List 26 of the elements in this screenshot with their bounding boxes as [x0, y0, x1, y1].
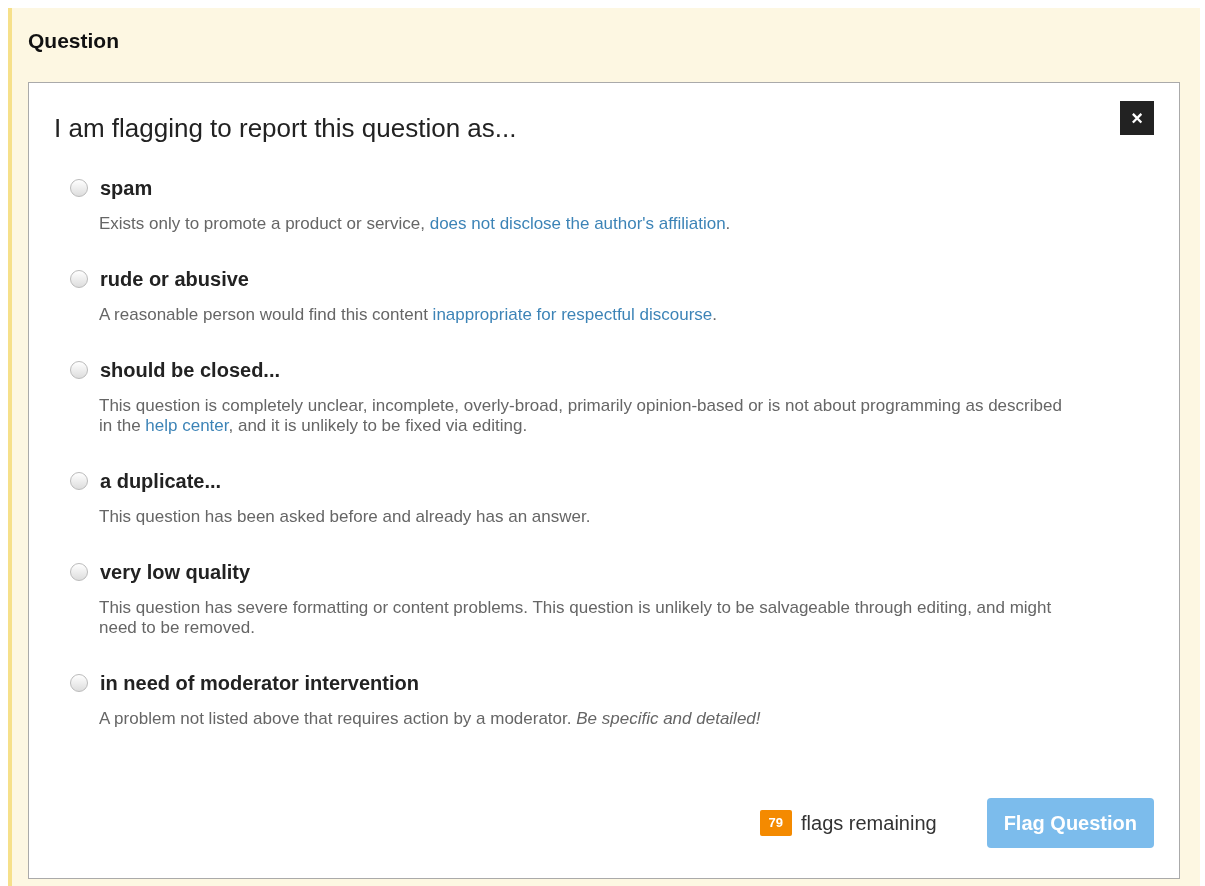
- help-link[interactable]: help center: [145, 416, 229, 435]
- option-description: This question has severe formatting or content problems. This question is unlikely to be salvageable through editing, and might need to be removed.: [99, 598, 1053, 638]
- option-description: Exists only to promote a product or service, does not disclose the author's affiliation.: [99, 214, 732, 234]
- radio-button[interactable]: [70, 179, 88, 197]
- help-link[interactable]: does not disclose the author's affiliation: [429, 214, 726, 233]
- radio-button[interactable]: [70, 270, 88, 288]
- option-label[interactable]: in need of moderator intervention: [100, 670, 419, 696]
- option-label[interactable]: should be closed...: [100, 357, 281, 383]
- radio-button[interactable]: [70, 472, 88, 490]
- flags-count-badge: 79: [759, 810, 793, 836]
- flags-remaining-label: flags remaining: [801, 811, 937, 836]
- option-label[interactable]: spam: [100, 175, 153, 201]
- option-label[interactable]: rude or abusive: [100, 266, 249, 292]
- option-label[interactable]: a duplicate...: [100, 468, 222, 494]
- radio-button[interactable]: [70, 361, 88, 379]
- option-label[interactable]: very low quality: [100, 559, 251, 585]
- option-description: This question is completely unclear, incomplete, overly-broad, primarily opinion-based or is not about programming as described in the help center, and it is unlikely to be fixed via editing.: [99, 396, 1063, 436]
- option-description: A problem not listed above that requires action by a moderator. Be specific and detailed!: [99, 709, 762, 729]
- option-description: A reasonable person would find this content inappropriate for respectful discourse.: [99, 305, 719, 325]
- section-title: Question: [28, 28, 120, 54]
- help-link[interactable]: inappropriate for respectful discourse: [432, 305, 713, 324]
- option-description: This question has been asked before and already has an answer.: [99, 507, 592, 527]
- dialog-title: I am flagging to report this question as...: [54, 113, 517, 143]
- close-button[interactable]: ×: [1120, 101, 1154, 135]
- radio-button[interactable]: [70, 674, 88, 692]
- radio-button[interactable]: [70, 563, 88, 581]
